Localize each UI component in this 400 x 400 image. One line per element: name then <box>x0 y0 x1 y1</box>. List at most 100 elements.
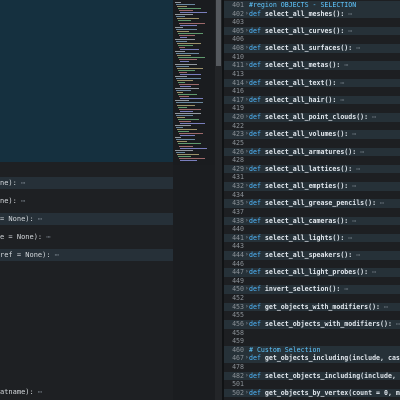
fold-ellipsis-icon[interactable]: ⋯ <box>356 165 360 173</box>
code-line[interactable]: 414 › def select_all_text(): ⋯ <box>224 78 400 88</box>
fold-ellipsis-icon[interactable]: ⋯ <box>384 303 388 311</box>
fold-ellipsis-icon[interactable]: ⋯ <box>42 233 50 241</box>
minimap-line <box>177 18 199 20</box>
fold-ellipsis-icon[interactable]: ⋯ <box>396 320 400 328</box>
code-line[interactable]: 410 <box>224 53 400 62</box>
code-line[interactable]: 458 <box>224 329 400 338</box>
code-line[interactable]: 420 › def select_all_point_clouds(): ⋯ <box>224 113 400 122</box>
left-code-line[interactable]: atname): ⋯ <box>0 386 173 398</box>
minimap-line <box>178 81 185 83</box>
code-line[interactable]: 456 › def select_objects_with_modifiers():… <box>224 319 400 329</box>
line-number: 432 <box>232 182 244 191</box>
fold-ellipsis-icon[interactable]: ⋯ <box>344 61 348 69</box>
fold-ellipsis-icon[interactable]: ⋯ <box>372 113 376 121</box>
code-line[interactable]: 403 <box>224 18 400 27</box>
fold-ellipsis-icon[interactable]: ⋯ <box>344 285 348 293</box>
fold-ellipsis-icon[interactable]: ⋯ <box>17 197 25 205</box>
fold-ellipsis-icon[interactable]: ⋯ <box>380 199 384 207</box>
left-code-line[interactable]: e = None): ⋯ <box>0 231 173 243</box>
code-line[interactable]: 406 <box>224 35 400 44</box>
code-line[interactable]: 411 › def select_all_metas(): ⋯ <box>224 61 400 70</box>
fold-ellipsis-icon[interactable]: ⋯ <box>372 268 376 276</box>
left-code-line[interactable]: ref = None): ⋯ <box>0 249 173 261</box>
code-comment: # Custom Selection <box>249 345 321 354</box>
fold-ellipsis-icon[interactable]: ⋯ <box>352 217 356 225</box>
code-line[interactable]: 438 › def select_all_cameras(): ⋯ <box>224 216 400 226</box>
fold-ellipsis-icon[interactable]: ⋯ <box>352 182 356 190</box>
left-scrollbar-thumb[interactable] <box>216 0 221 66</box>
code-line[interactable]: 426 › def select_all_armatures(): ⋯ <box>224 147 400 157</box>
fold-ellipsis-icon[interactable]: ⋯ <box>51 251 59 259</box>
left-minimap[interactable] <box>173 0 215 165</box>
left-vertical-scrollbar[interactable] <box>215 0 222 400</box>
code-line[interactable]: 429 › def select_all_lattices(): ⋯ <box>224 164 400 174</box>
code-line[interactable]: 408 › def select_all_surfaces(): ⋯ <box>224 44 400 53</box>
keyword-def: def <box>249 302 261 311</box>
minimap-line <box>179 22 205 24</box>
function-definition: def select_all_point_clouds(): ⋯ <box>249 113 376 122</box>
minimap-line <box>178 155 191 157</box>
line-number: 456 <box>232 319 244 328</box>
fold-ellipsis-icon[interactable]: ⋯ <box>34 388 42 396</box>
code-line[interactable]: 423 › def select_all_volumes(): ⋯ <box>224 130 400 139</box>
code-line[interactable]: 459 <box>224 337 400 346</box>
function-definition: def select_all_curves(): ⋯ <box>249 27 352 36</box>
code-line[interactable]: 428 <box>224 156 400 165</box>
fold-ellipsis-icon[interactable]: ⋯ <box>34 215 42 223</box>
right-editor-pane[interactable]: 401 #region OBJECTS - SELECTION 402 › def se… <box>224 0 400 400</box>
code-line[interactable]: 460 # Custom Selection <box>224 345 400 355</box>
code-line[interactable]: 419 <box>224 104 400 113</box>
code-line[interactable]: 450 › def invert_selection(): ⋯ <box>224 285 400 295</box>
code-line[interactable]: 434 <box>224 191 400 200</box>
code-line[interactable]: 446 <box>224 260 400 269</box>
code-line[interactable]: 452 <box>224 294 400 303</box>
minimap-line <box>179 84 199 85</box>
left-code-line[interactable]: ne): ⋯ <box>0 177 173 189</box>
left-code-line[interactable]: ne): ⋯ <box>0 195 173 207</box>
code-line[interactable]: 482 › def select_objects_including(include… <box>224 371 400 381</box>
code-line[interactable]: 443 <box>224 242 400 251</box>
fold-ellipsis-icon[interactable]: ⋯ <box>348 10 352 18</box>
fold-ellipsis-icon[interactable]: ⋯ <box>360 148 364 156</box>
code-line[interactable]: 502 › def get_objects_by_vertex(count = 0,… <box>224 388 400 398</box>
code-line[interactable]: 417 › def select_all_hair(): ⋯ <box>224 95 400 105</box>
code-line[interactable]: 453 › def get_objects_with_modifiers(): ⋯ <box>224 302 400 312</box>
function-definition: def select_all_speakers(): ⋯ <box>249 251 360 260</box>
line-number: 446 <box>232 259 244 268</box>
code-line[interactable]: 501 <box>224 380 400 389</box>
code-line[interactable]: 444 › def select_all_speakers(): ⋯ <box>224 250 400 260</box>
fold-ellipsis-icon[interactable]: ⋯ <box>352 130 356 138</box>
code-line[interactable]: 435 › def select_all_grease_pencils(): ⋯ <box>224 199 400 208</box>
fold-ellipsis-icon[interactable]: ⋯ <box>348 234 352 242</box>
fold-ellipsis-icon[interactable]: ⋯ <box>17 179 25 187</box>
code-line[interactable]: 440 <box>224 225 400 234</box>
code-line[interactable]: 447 › def select_all_light_probes(): ⋯ <box>224 268 400 277</box>
code-line[interactable]: 413 <box>224 70 400 79</box>
code-line[interactable]: 441 › def select_all_lights(): ⋯ <box>224 233 400 243</box>
left-code-line[interactable]: = None): ⋯ <box>0 213 173 225</box>
code-line[interactable]: 402 › def select_all_meshes(): ⋯ <box>224 9 400 19</box>
code-line[interactable]: 405 › def select_all_curves(): ⋯ <box>224 26 400 36</box>
code-line[interactable]: 432 › def select_all_empties(): ⋯ <box>224 182 400 191</box>
code-line[interactable]: 425 <box>224 139 400 148</box>
code-line[interactable]: 437 <box>224 208 400 217</box>
line-number: 441 <box>232 233 244 242</box>
left-editor-pane[interactable]: ne): ⋯ ne): ⋯ = None): ⋯ e = None): ⋯ ref = … <box>0 0 173 400</box>
code-line[interactable]: 416 <box>224 87 400 96</box>
code-line[interactable]: 455 <box>224 311 400 320</box>
code-line[interactable]: 449 <box>224 277 400 286</box>
code-line[interactable]: 422 <box>224 122 400 131</box>
fold-ellipsis-icon[interactable]: ⋯ <box>340 79 344 87</box>
line-number: 414 <box>232 78 244 87</box>
code-line[interactable]: 467 › def get_objects_including(include, c… <box>224 354 400 363</box>
fold-ellipsis-icon[interactable]: ⋯ <box>356 44 360 52</box>
minimap-line <box>179 59 197 61</box>
fold-ellipsis-icon[interactable]: ⋯ <box>356 251 360 259</box>
fold-ellipsis-icon[interactable]: ⋯ <box>340 96 344 104</box>
code-line[interactable]: 478 <box>224 363 400 372</box>
code-line[interactable]: 431 <box>224 173 400 182</box>
line-number: 452 <box>232 294 244 303</box>
code-line[interactable]: 401 #region OBJECTS - SELECTION <box>224 1 400 10</box>
line-number: 413 <box>232 69 244 78</box>
fold-ellipsis-icon[interactable]: ⋯ <box>348 27 352 35</box>
